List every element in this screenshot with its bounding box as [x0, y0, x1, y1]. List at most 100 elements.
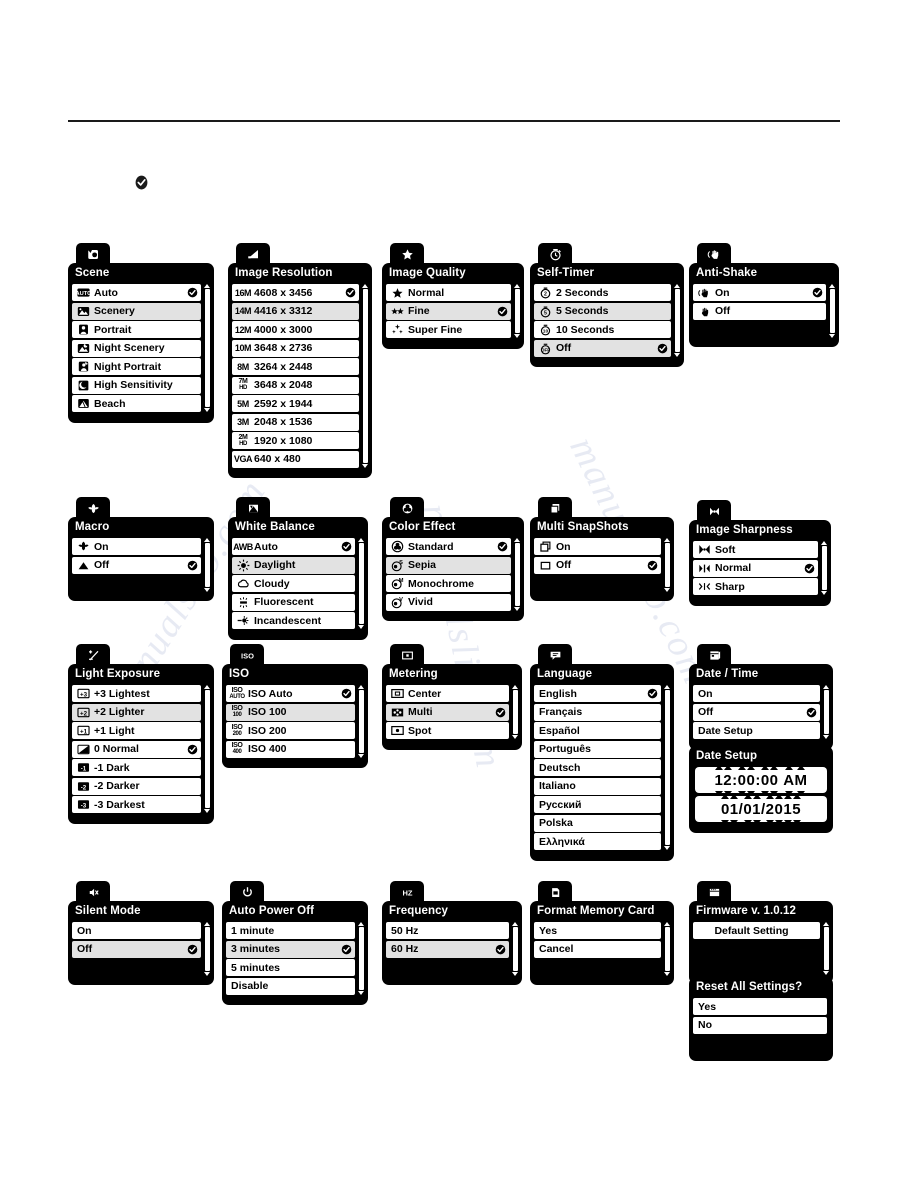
scroll-down-arrow[interactable]	[204, 972, 210, 976]
scroll-down-arrow[interactable]	[823, 735, 829, 739]
menu-item[interactable]: 12M 4000 x 3000	[232, 321, 359, 338]
scroll-track[interactable]	[824, 927, 829, 970]
scroll-down-arrow[interactable]	[204, 809, 210, 813]
menu-item[interactable]: ISO 100 ISO 100	[226, 703, 355, 721]
menu-item[interactable]: Yes	[693, 998, 827, 1015]
scrollbar[interactable]	[823, 922, 830, 975]
scroll-track[interactable]	[205, 543, 210, 587]
scroll-up-arrow[interactable]	[204, 922, 210, 926]
scroll-down-arrow[interactable]	[823, 970, 829, 975]
menu-item[interactable]: Scenery	[72, 302, 201, 320]
scrollbar[interactable]	[358, 685, 365, 758]
scroll-track[interactable]	[205, 289, 210, 407]
scroll-down-arrow[interactable]	[204, 588, 210, 592]
menu-item[interactable]: VGA 640 x 480	[232, 450, 359, 468]
scroll-track[interactable]	[359, 927, 364, 990]
menu-item[interactable]: Fluorescent	[232, 593, 355, 611]
menu-item[interactable]: English	[534, 685, 661, 702]
scroll-down-arrow[interactable]	[674, 352, 680, 357]
scrollbar[interactable]	[512, 685, 519, 739]
scroll-up-arrow[interactable]	[358, 922, 364, 926]
scroll-track[interactable]	[665, 927, 670, 971]
menu-item[interactable]: +1 +1 Light	[72, 722, 201, 739]
scrollbar[interactable]	[362, 284, 369, 468]
scroll-up-arrow[interactable]	[823, 922, 829, 926]
menu-item[interactable]: Night Scenery	[72, 339, 201, 357]
scroll-track[interactable]	[513, 927, 518, 971]
menu-item[interactable]: Cloudy	[232, 575, 355, 592]
scroll-up-arrow[interactable]	[358, 538, 364, 542]
menu-item[interactable]: -3 -3 Darkest	[72, 796, 201, 813]
scrollbar[interactable]	[512, 922, 519, 976]
scroll-up-arrow[interactable]	[514, 538, 520, 542]
menu-item[interactable]: Daylight	[232, 556, 355, 574]
scrollbar[interactable]	[204, 538, 211, 592]
menu-item[interactable]: Off	[693, 302, 826, 320]
menu-item[interactable]: 5 minutes	[226, 959, 355, 976]
menu-item[interactable]: ISO AUTO ISO Auto	[226, 685, 355, 702]
menu-item[interactable]: OFF Off	[534, 339, 671, 357]
time-stepper[interactable]: 1 2:0 0:0 0 AM	[695, 764, 827, 796]
scroll-down-arrow[interactable]	[821, 591, 827, 595]
menu-item[interactable]: Español	[534, 722, 661, 739]
scroll-down-arrow[interactable]	[204, 408, 210, 412]
scrollbar[interactable]	[204, 685, 211, 813]
menu-item[interactable]: 0 Normal	[72, 740, 201, 758]
menu-item[interactable]: ISO 400 ISO 400	[226, 740, 355, 758]
scroll-down-arrow[interactable]	[358, 990, 364, 995]
menu-item[interactable]: On	[693, 685, 820, 702]
scroll-up-arrow[interactable]	[204, 685, 210, 689]
scroll-up-arrow[interactable]	[362, 284, 368, 288]
scrollbar[interactable]	[204, 922, 211, 976]
scroll-up-arrow[interactable]	[514, 284, 520, 288]
scroll-down-arrow[interactable]	[358, 753, 364, 758]
menu-item[interactable]: 2M HD 1920 x 1080	[232, 432, 359, 449]
menu-item[interactable]: S Sepia	[386, 556, 511, 574]
menu-item[interactable]: Italiano	[534, 777, 661, 795]
scroll-up-arrow[interactable]	[664, 538, 670, 542]
scroll-track[interactable]	[363, 289, 368, 463]
scroll-up-arrow[interactable]	[512, 922, 518, 926]
scroll-down-arrow[interactable]	[514, 606, 520, 611]
menu-item[interactable]: 10 10 Seconds	[534, 321, 671, 338]
menu-item[interactable]: Polska	[534, 814, 661, 832]
menu-item[interactable]: ISO 200 ISO 200	[226, 722, 355, 739]
menu-item[interactable]: Incandescent	[232, 612, 355, 629]
menu-item[interactable]: 14M 4416 x 3312	[232, 302, 359, 320]
menu-item[interactable]: 10M 3648 x 2736	[232, 339, 359, 357]
scroll-down-arrow[interactable]	[664, 588, 670, 592]
scroll-down-arrow[interactable]	[512, 972, 518, 976]
scrollbar[interactable]	[823, 685, 830, 739]
scrollbar[interactable]	[204, 284, 211, 412]
scroll-up-arrow[interactable]	[204, 538, 210, 542]
menu-item[interactable]: Sharp	[693, 578, 818, 595]
scroll-up-arrow[interactable]	[829, 284, 835, 288]
scroll-down-arrow[interactable]	[358, 625, 364, 629]
scrollbar[interactable]	[358, 922, 365, 995]
scroll-track[interactable]	[822, 546, 827, 590]
scrollbar[interactable]	[829, 284, 836, 338]
scroll-track[interactable]	[515, 543, 520, 606]
menu-item[interactable]: Normal	[386, 284, 511, 301]
scrollbar[interactable]	[664, 922, 671, 976]
scrollbar[interactable]	[664, 685, 671, 850]
menu-item[interactable]: Off	[72, 556, 201, 574]
scroll-down-arrow[interactable]	[664, 972, 670, 976]
menu-item[interactable]: Multi	[386, 703, 509, 721]
scroll-track[interactable]	[675, 289, 680, 352]
scroll-down-arrow[interactable]	[362, 463, 368, 468]
menu-item[interactable]: Ελληνικά	[534, 833, 661, 850]
menu-item[interactable]: 5 5 Seconds	[534, 302, 671, 320]
menu-item[interactable]: High Sensitivity	[72, 376, 201, 394]
menu-item[interactable]: Cancel	[534, 940, 661, 958]
menu-item[interactable]: Yes	[534, 922, 661, 939]
date-stepper[interactable]: 0 1/0 1/2 0 1 5	[695, 793, 827, 825]
scroll-up-arrow[interactable]	[821, 541, 827, 545]
scroll-track[interactable]	[824, 690, 829, 734]
scroll-track[interactable]	[515, 289, 520, 333]
menu-item[interactable]: 50 Hz	[386, 922, 509, 939]
menu-item[interactable]: Soft	[693, 541, 818, 558]
menu-item[interactable]: Super Fine	[386, 321, 511, 338]
scroll-track[interactable]	[665, 543, 670, 587]
menu-item[interactable]: Beach	[72, 395, 201, 412]
